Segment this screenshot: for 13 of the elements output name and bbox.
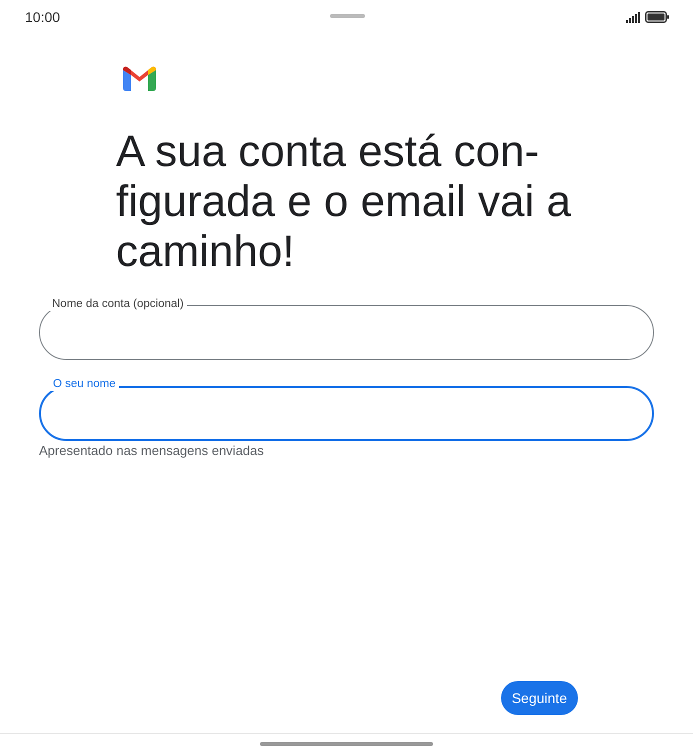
input-field[interactable]: O seu nome xyxy=(39,378,654,441)
signal-icon xyxy=(626,12,640,22)
home-indicator[interactable] xyxy=(260,742,433,746)
status-time: 10:00 xyxy=(25,9,60,25)
field-label: Nome da conta (opcional) xyxy=(49,297,187,311)
page-heading: A sua conta está con-figurada e o email vai a caminho! xyxy=(116,127,572,277)
notch-handle xyxy=(330,14,365,18)
helper-text: Apresentado nas mensagens enviadas xyxy=(39,443,265,458)
battery-icon xyxy=(645,11,669,23)
mail-logo-icon xyxy=(123,66,156,91)
next-button[interactable]: Seguinte xyxy=(500,681,578,715)
field-label: O seu nome xyxy=(50,377,119,391)
input-field[interactable]: Nome da conta (opcional) xyxy=(39,297,654,360)
